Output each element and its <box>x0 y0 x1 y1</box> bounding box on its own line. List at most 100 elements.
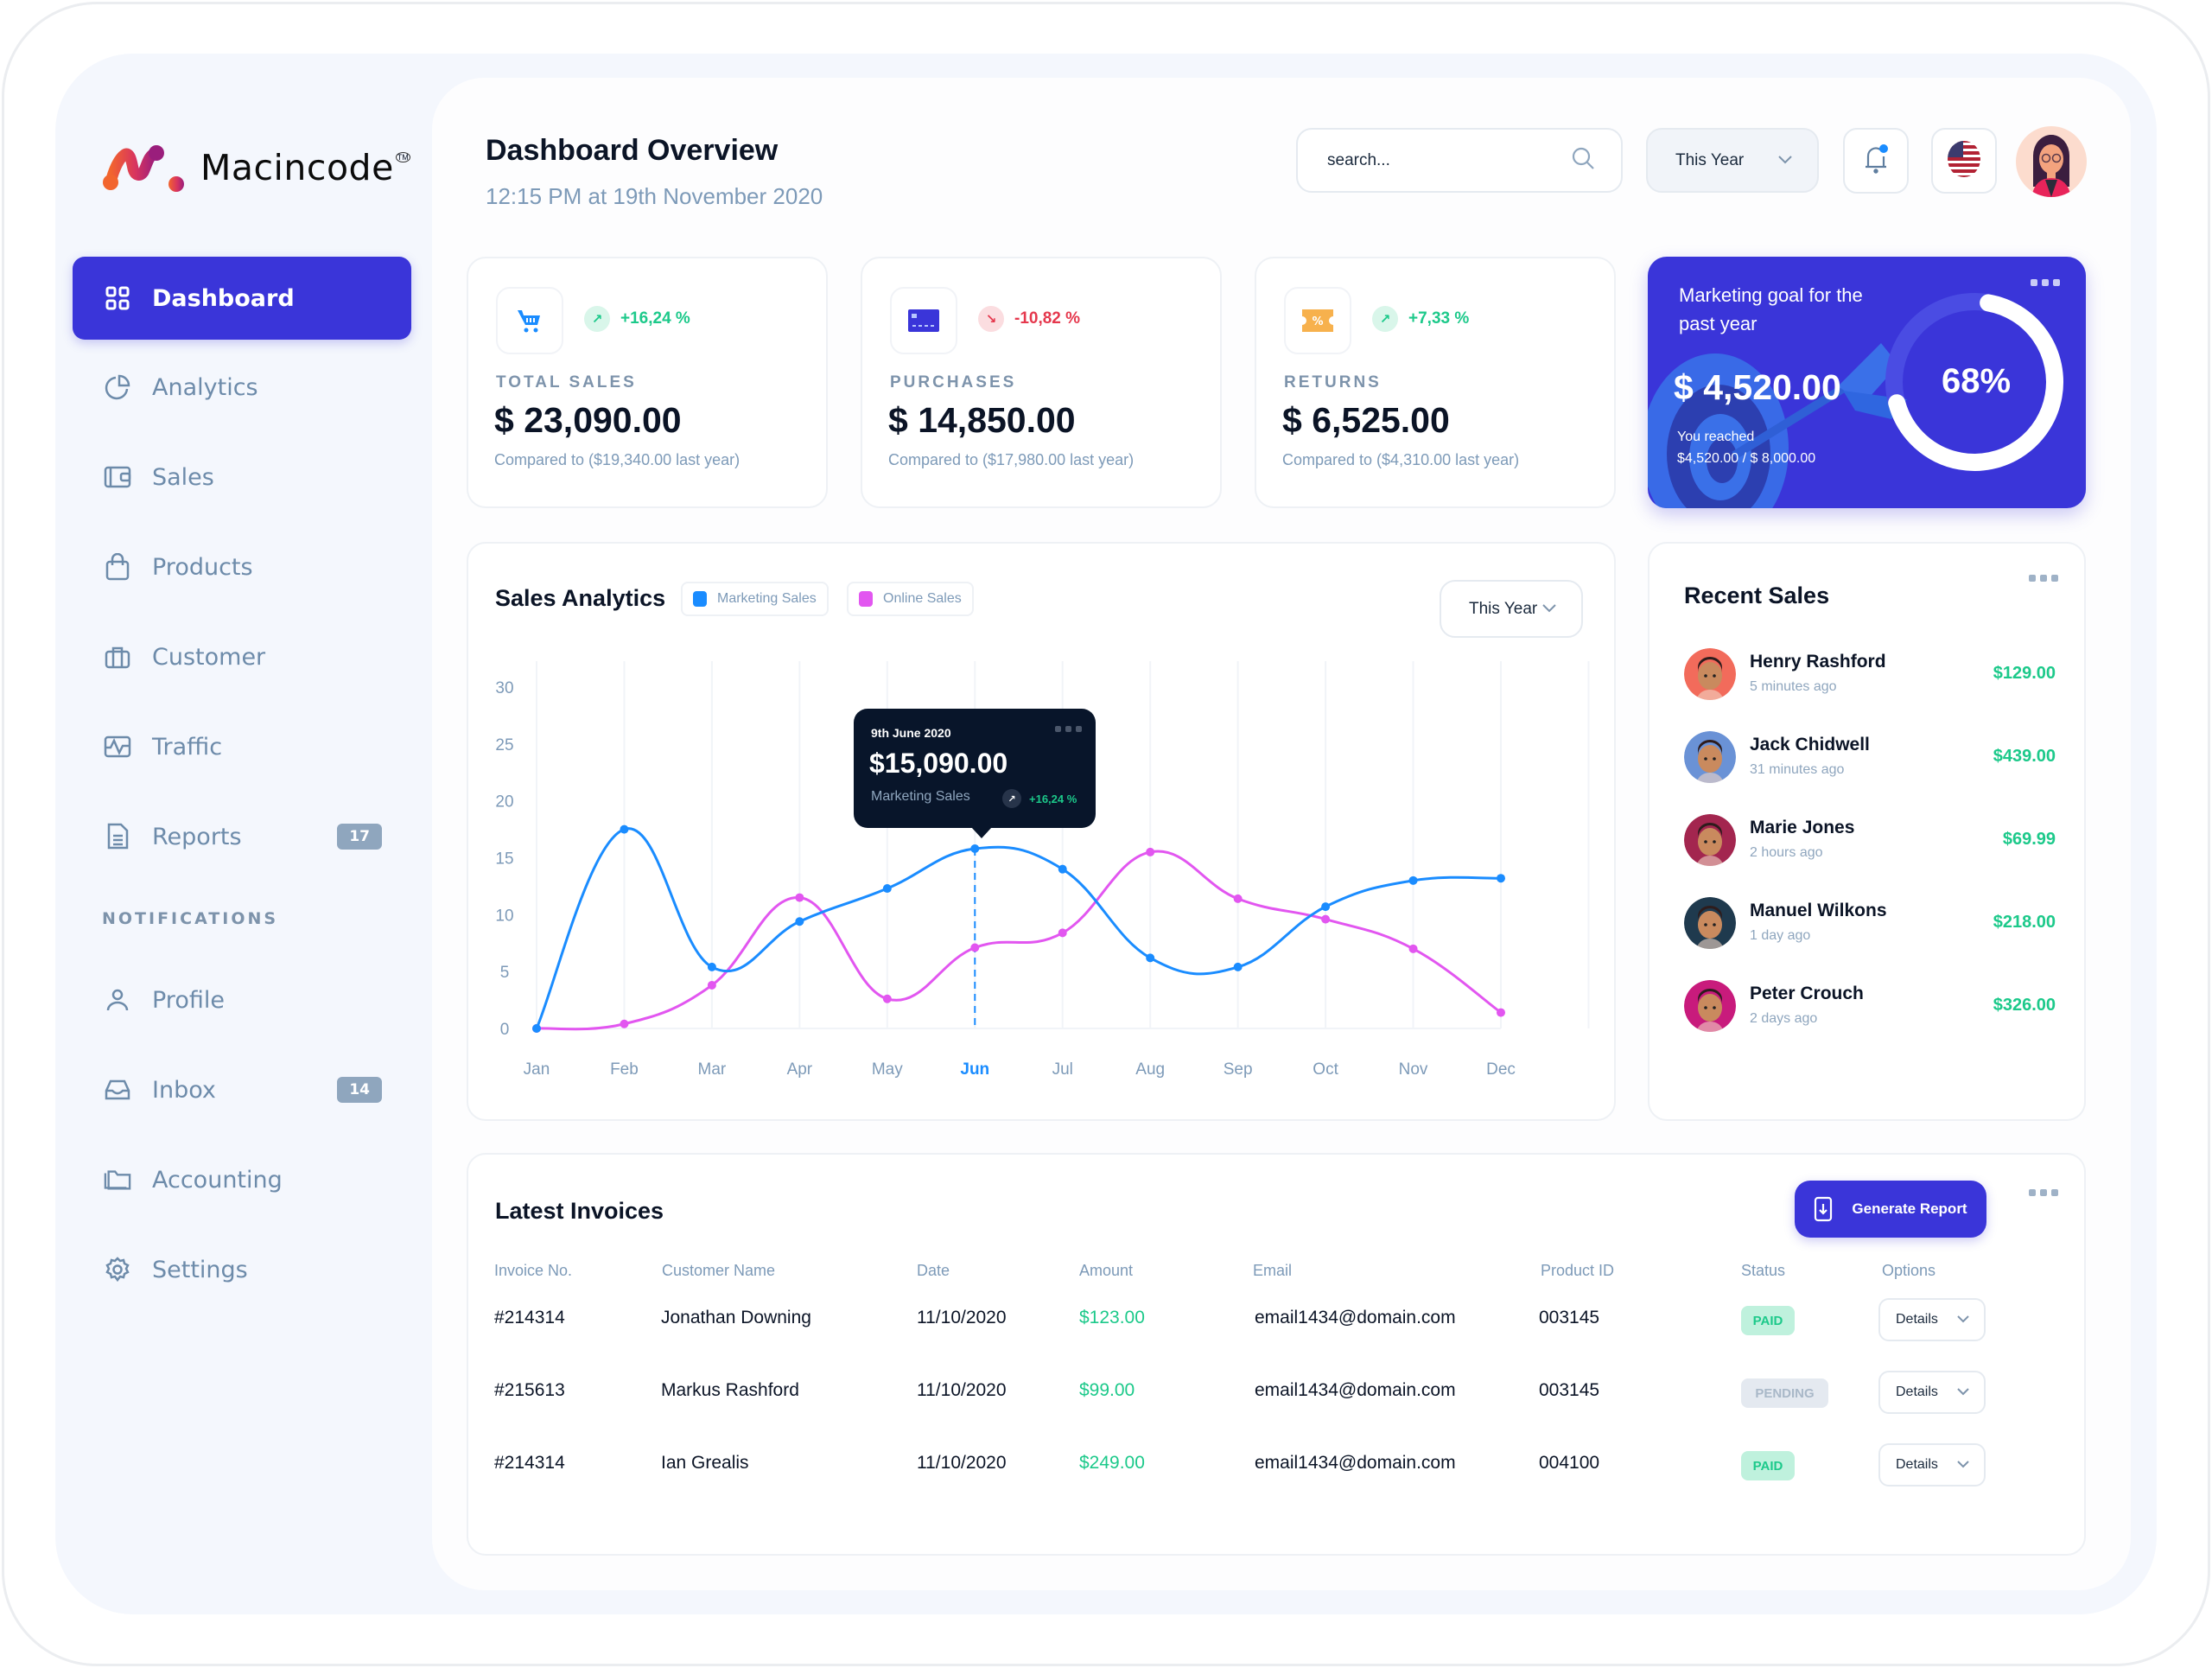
customer-email: email1434@domain.com <box>1255 1308 1456 1327</box>
x-tick-label: Apr <box>787 1060 813 1079</box>
sale-time: 31 minutes ago <box>1750 762 1845 777</box>
column-header-options: Options <box>1882 1262 1936 1279</box>
online-sales-point <box>882 994 892 1003</box>
marketing-sales-point <box>1321 902 1331 912</box>
details-label: Details <box>1896 1385 1938 1399</box>
customer-avatar <box>1684 897 1736 949</box>
chevron-down-icon <box>1956 1385 1970 1400</box>
more-options-icon[interactable] <box>2029 575 2058 582</box>
tooltip-change-value: +16,24 % <box>1029 792 1077 805</box>
customer-name: Jonathan Downing <box>661 1308 811 1327</box>
x-tick-label: Mar <box>698 1060 727 1079</box>
marketing-sales-point <box>1408 875 1418 885</box>
online-sales-point <box>1321 914 1331 924</box>
y-tick-label: 30 <box>495 679 513 697</box>
tooltip-series: Marketing Sales <box>871 789 970 804</box>
more-options-icon[interactable] <box>2029 1189 2058 1196</box>
column-header-status: Status <box>1741 1262 1786 1279</box>
y-tick-label: 20 <box>495 793 513 812</box>
online-sales-point <box>1408 944 1418 953</box>
x-tick-label: Jan <box>524 1060 550 1079</box>
y-tick-label: 25 <box>495 736 513 754</box>
online-sales-point <box>620 1019 629 1028</box>
online-sales-point <box>795 893 804 902</box>
recent-sale-item[interactable]: Henry Rashford 5 minutes ago $129.00 <box>1684 648 2056 709</box>
recent-sale-item[interactable]: Marie Jones 2 hours ago $69.99 <box>1684 814 2056 875</box>
y-tick-label: 5 <box>500 964 510 982</box>
online-sales-point <box>1233 894 1243 903</box>
sale-time: 2 days ago <box>1750 1011 1818 1026</box>
marketing-sales-point <box>882 884 892 894</box>
invoice-date: 11/10/2020 <box>917 1380 1007 1400</box>
column-header-amount: Amount <box>1079 1262 1134 1279</box>
x-tick-label: May <box>872 1060 903 1079</box>
x-tick-label: Aug <box>1135 1060 1165 1079</box>
chevron-down-icon <box>1956 1312 1970 1327</box>
sale-time: 2 hours ago <box>1750 845 1823 860</box>
generate-report-button[interactable]: Generate Report <box>1795 1181 1986 1238</box>
column-header-customer: Customer Name <box>662 1262 776 1279</box>
download-document-icon <box>1815 1196 1833 1222</box>
invoice-amount: $123.00 <box>1079 1308 1145 1327</box>
tooltip-date: 9th June 2020 <box>871 726 951 740</box>
x-tick-label: Dec <box>1486 1060 1516 1079</box>
marketing-sales-point <box>620 824 629 834</box>
marketing-sales-point <box>707 962 716 971</box>
sale-amount: $129.00 <box>1993 664 2056 683</box>
customer-avatar <box>1684 814 1736 866</box>
x-tick-label: Nov <box>1399 1060 1428 1079</box>
latest-invoices-title: Latest Invoices <box>495 1198 664 1224</box>
sale-amount: $218.00 <box>1993 913 2056 932</box>
y-tick-label: 0 <box>500 1021 510 1039</box>
customer-avatar <box>1684 648 1736 700</box>
x-tick-label: Jun <box>960 1060 989 1079</box>
x-tick-label: Sep <box>1224 1060 1253 1079</box>
more-options-icon[interactable] <box>1055 726 1082 732</box>
details-dropdown[interactable]: Details <box>1878 1443 1986 1487</box>
recent-sale-item[interactable]: Peter Crouch 2 days ago $326.00 <box>1684 980 2056 1041</box>
online-sales-point <box>970 943 980 952</box>
online-sales-point <box>1058 928 1067 938</box>
online-sales-line <box>535 850 1503 1031</box>
generate-report-label: Generate Report <box>1852 1200 1967 1217</box>
tooltip-value: $15,090.00 <box>869 748 1008 779</box>
column-header-product-id: Product ID <box>1541 1262 1615 1279</box>
column-header-date: Date <box>917 1262 950 1279</box>
product-id: 003145 <box>1539 1380 1600 1400</box>
status-badge: PAID <box>1741 1451 1795 1480</box>
invoice-amount: $249.00 <box>1079 1453 1145 1473</box>
online-sales-point <box>1146 847 1155 856</box>
customer-name: Henry Rashford <box>1750 652 1886 672</box>
recent-sale-item[interactable]: Jack Chidwell 31 minutes ago $439.00 <box>1684 731 2056 792</box>
recent-sales-title: Recent Sales <box>1684 583 1830 608</box>
details-dropdown[interactable]: Details <box>1878 1298 1986 1341</box>
arrow-up-right-icon: ↗ <box>1002 789 1021 808</box>
marketing-sales-point <box>970 844 980 853</box>
marketing-sales-point <box>1497 874 1505 883</box>
invoice-number: #215613 <box>494 1380 565 1400</box>
sale-time: 5 minutes ago <box>1750 679 1837 694</box>
customer-name: Jack Chidwell <box>1750 735 1870 754</box>
customer-name: Manuel Wilkons <box>1750 901 1887 920</box>
marketing-sales-point <box>1146 953 1155 963</box>
product-id: 004100 <box>1539 1453 1600 1473</box>
online-sales-point <box>707 980 716 990</box>
sale-time: 1 day ago <box>1750 928 1811 943</box>
invoice-number: #214314 <box>494 1308 565 1327</box>
marketing-sales-point <box>795 917 804 926</box>
recent-sale-item[interactable]: Manuel Wilkons 1 day ago $218.00 <box>1684 897 2056 958</box>
x-tick-label: Jul <box>1052 1060 1073 1079</box>
customer-name: Ian Grealis <box>661 1453 749 1473</box>
y-tick-label: 10 <box>495 907 513 925</box>
details-dropdown[interactable]: Details <box>1878 1371 1986 1414</box>
details-label: Details <box>1896 1312 1938 1327</box>
y-tick-label: 15 <box>495 850 513 869</box>
column-header-email: Email <box>1253 1262 1293 1279</box>
customer-avatar <box>1684 731 1736 783</box>
details-label: Details <box>1896 1457 1938 1472</box>
column-header-invoice: Invoice No. <box>494 1262 573 1279</box>
customer-avatar <box>1684 980 1736 1032</box>
sale-amount: $439.00 <box>1993 747 2056 766</box>
invoice-date: 11/10/2020 <box>917 1453 1007 1473</box>
marketing-sales-point <box>1058 864 1067 874</box>
